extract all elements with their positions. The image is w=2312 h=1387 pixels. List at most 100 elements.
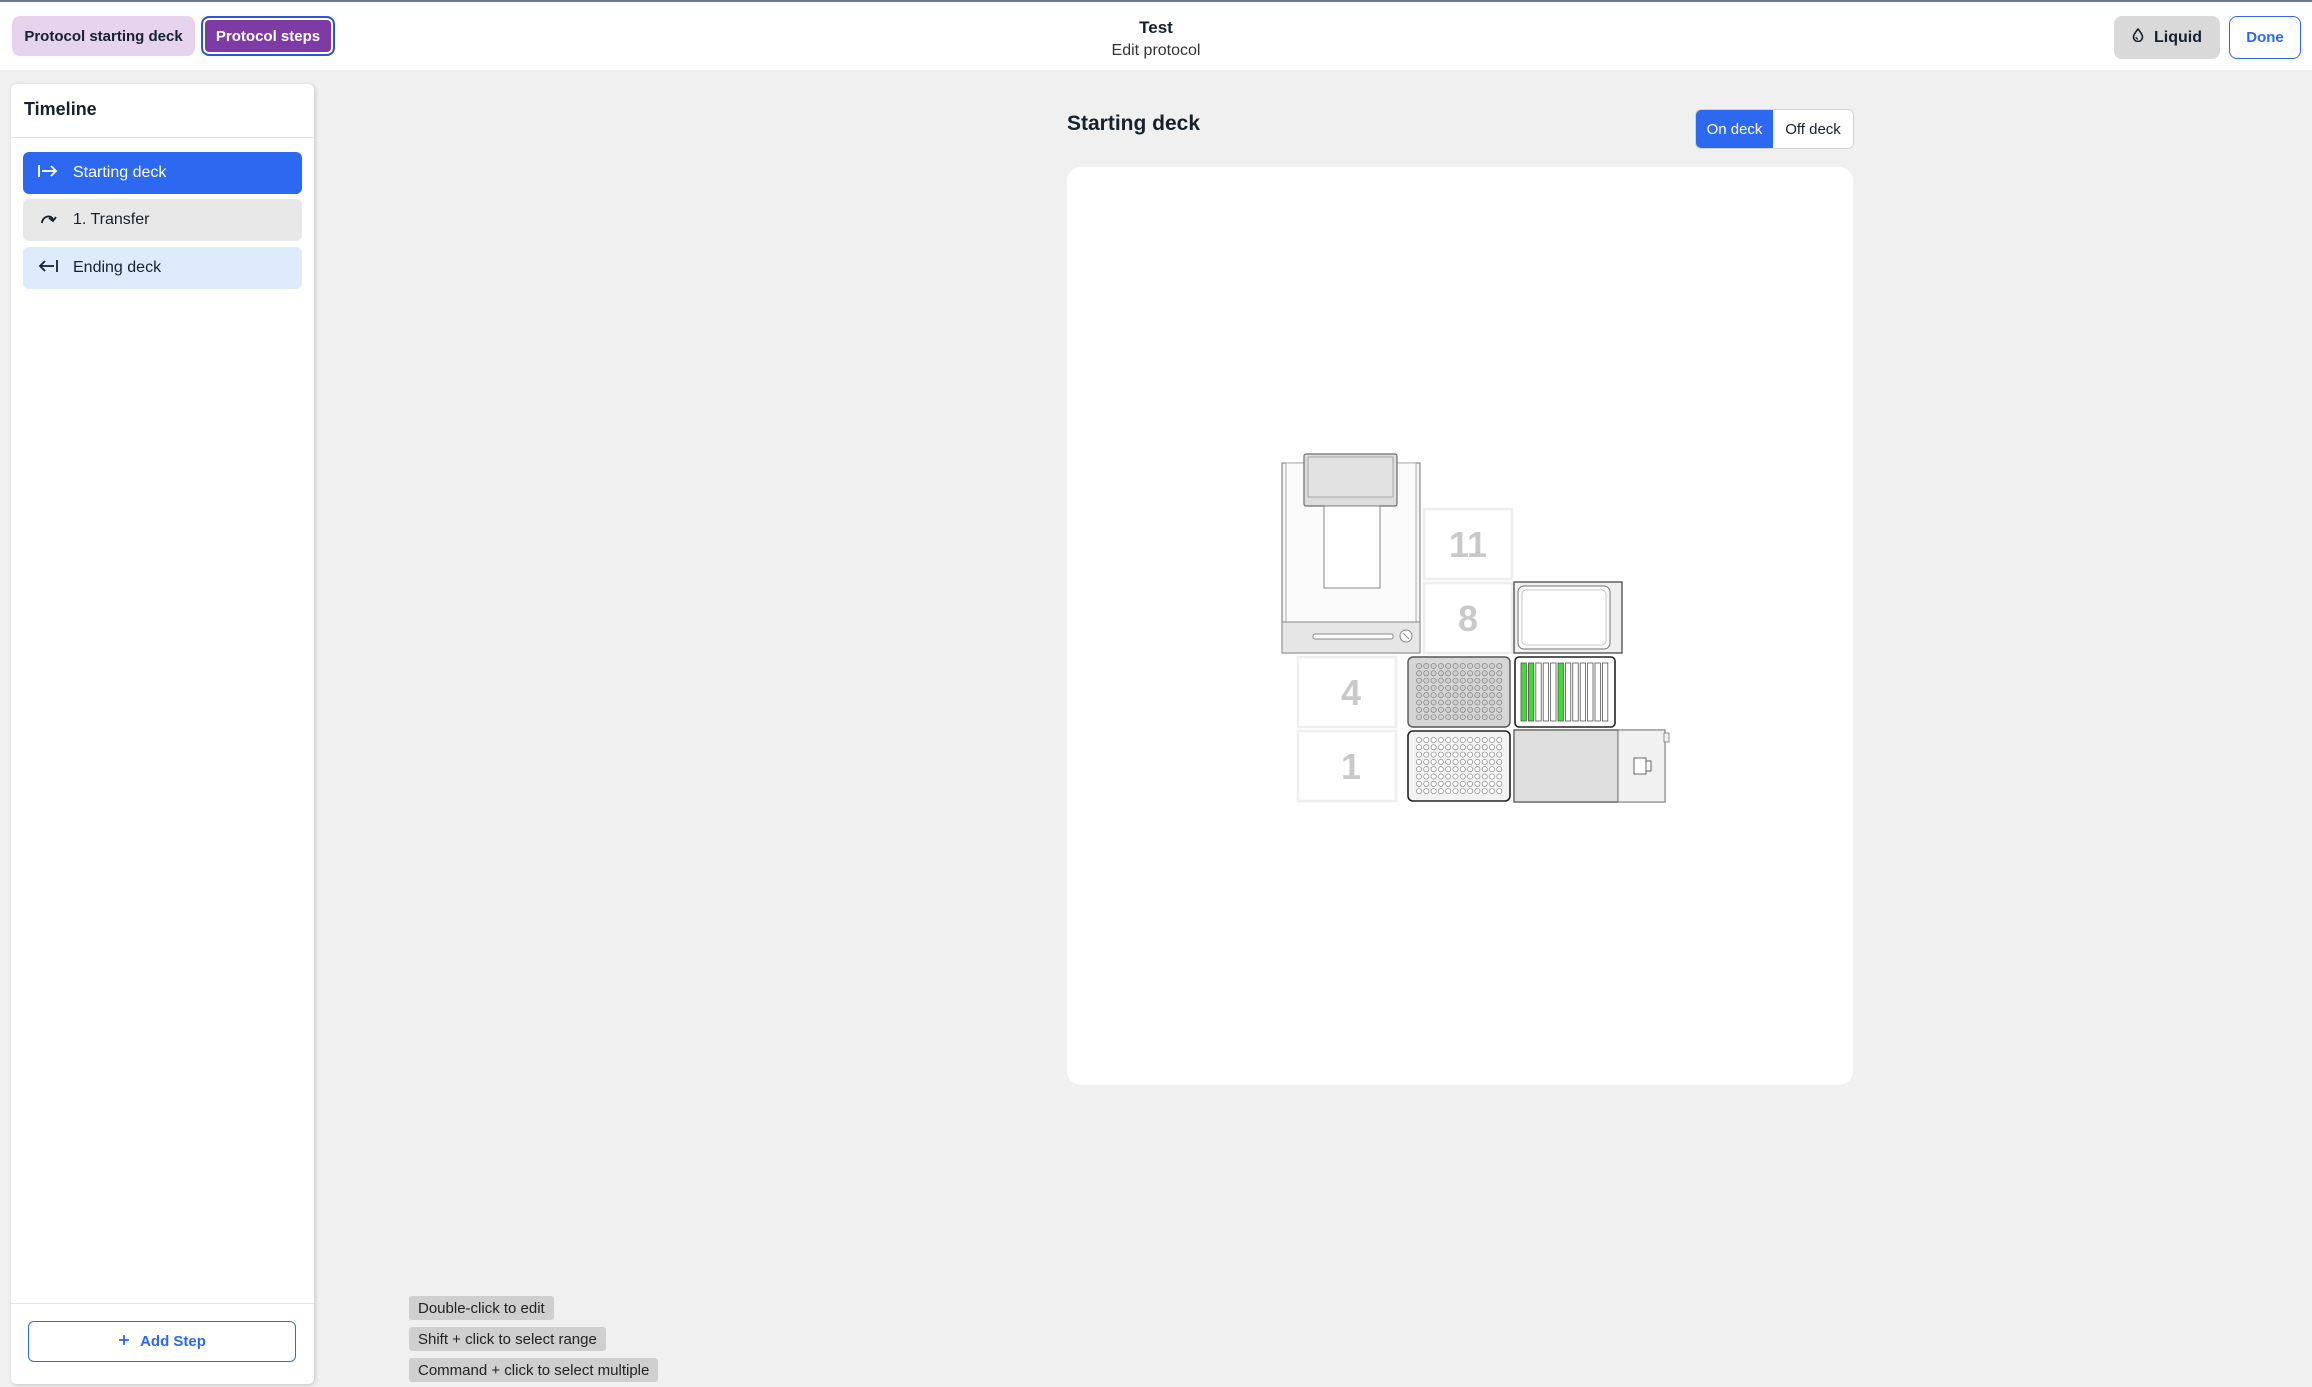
well	[1430, 714, 1437, 720]
reservoir-column	[1542, 662, 1550, 722]
well	[1474, 706, 1481, 713]
well	[1481, 685, 1488, 691]
well	[1467, 744, 1473, 751]
slot-9-labware[interactable]	[1513, 581, 1623, 654]
well	[1416, 751, 1422, 758]
well	[1474, 692, 1481, 699]
well	[1437, 780, 1444, 787]
well	[1489, 788, 1495, 794]
slot-label-8: 8	[1458, 598, 1478, 639]
slot-6-reservoir[interactable]	[1514, 656, 1616, 728]
well	[1445, 737, 1452, 743]
well	[1437, 685, 1444, 691]
well	[1430, 773, 1437, 780]
well	[1467, 692, 1473, 699]
well	[1489, 685, 1495, 691]
timeline-step-label: Ending deck	[73, 259, 162, 276]
timeline-step-transfer[interactable]: 1. Transfer	[23, 199, 302, 241]
thermocycler-module[interactable]	[1281, 453, 1421, 654]
well	[1481, 677, 1488, 684]
hint-command-click: Command + click to select multiple	[409, 1358, 659, 1382]
well	[1430, 744, 1437, 751]
well	[1459, 677, 1466, 684]
well	[1496, 677, 1503, 684]
deck-slot-11[interactable]: 11	[1422, 507, 1514, 581]
well	[1474, 759, 1481, 765]
well	[1452, 677, 1459, 684]
well	[1474, 773, 1481, 780]
well	[1437, 714, 1444, 720]
timeline-step-starting-deck[interactable]: Starting deck	[23, 152, 302, 194]
well	[1459, 685, 1466, 691]
well	[1459, 780, 1466, 787]
curved-arrow-icon	[37, 210, 59, 230]
well	[1467, 699, 1473, 706]
toggle-off-deck[interactable]: Off deck	[1773, 110, 1853, 148]
well	[1496, 670, 1503, 677]
well	[1459, 759, 1466, 765]
plus-icon	[118, 1333, 130, 1350]
well	[1452, 773, 1459, 780]
well	[1481, 692, 1488, 699]
toggle-on-deck[interactable]: On deck	[1696, 110, 1773, 148]
well	[1423, 737, 1430, 743]
well	[1416, 685, 1422, 691]
well	[1430, 663, 1437, 669]
well	[1459, 670, 1466, 677]
slot-2-well-plate[interactable]	[1407, 730, 1511, 802]
well	[1467, 766, 1473, 773]
reservoir-column	[1572, 662, 1579, 722]
well	[1423, 773, 1430, 780]
well	[1430, 685, 1437, 691]
well	[1459, 788, 1466, 794]
well	[1489, 737, 1495, 743]
well	[1445, 788, 1452, 794]
well	[1481, 744, 1488, 751]
well	[1489, 744, 1495, 751]
deck-view-toggle: On deck Off deck	[1695, 109, 1854, 149]
well	[1467, 685, 1473, 691]
deck-slot-4[interactable]: 4	[1296, 655, 1398, 729]
well	[1467, 737, 1473, 743]
timeline-sidebar: Timeline Starting deck 1. Transfer Endin…	[11, 84, 314, 1384]
add-step-button[interactable]: Add Step	[28, 1321, 296, 1362]
well	[1423, 714, 1430, 720]
well	[1437, 751, 1444, 758]
well	[1496, 766, 1503, 773]
well	[1430, 759, 1437, 765]
well	[1467, 780, 1473, 787]
well	[1416, 706, 1422, 713]
reservoir-column	[1557, 662, 1564, 722]
well	[1496, 744, 1503, 751]
well	[1423, 692, 1430, 699]
well	[1489, 699, 1495, 706]
reservoir-column	[1587, 662, 1594, 722]
well	[1489, 677, 1495, 684]
well	[1430, 670, 1437, 677]
slot-5-well-plate[interactable]	[1407, 656, 1511, 728]
well	[1445, 773, 1452, 780]
liquid-button[interactable]: Liquid	[2114, 16, 2220, 59]
deck-map: 11 8 4 1	[1281, 453, 1670, 803]
reservoir-column	[1550, 662, 1557, 722]
done-button[interactable]: Done	[2229, 16, 2301, 59]
well	[1474, 744, 1481, 751]
deck-slot-1[interactable]: 1	[1296, 729, 1398, 803]
well	[1496, 773, 1503, 780]
well	[1474, 780, 1481, 787]
well	[1459, 773, 1466, 780]
slot-3-module[interactable]	[1513, 729, 1670, 803]
well	[1474, 677, 1481, 684]
well	[1430, 737, 1437, 743]
title-block: Test Edit protocol	[0, 18, 2312, 60]
well	[1437, 788, 1444, 794]
well	[1496, 692, 1503, 699]
well	[1416, 766, 1422, 773]
reservoir-column	[1535, 662, 1542, 722]
well	[1481, 699, 1488, 706]
well	[1416, 744, 1422, 751]
well	[1437, 706, 1444, 713]
deck-slot-8[interactable]: 8	[1422, 581, 1514, 655]
well	[1437, 737, 1444, 743]
timeline-step-ending-deck[interactable]: Ending deck	[23, 247, 302, 289]
